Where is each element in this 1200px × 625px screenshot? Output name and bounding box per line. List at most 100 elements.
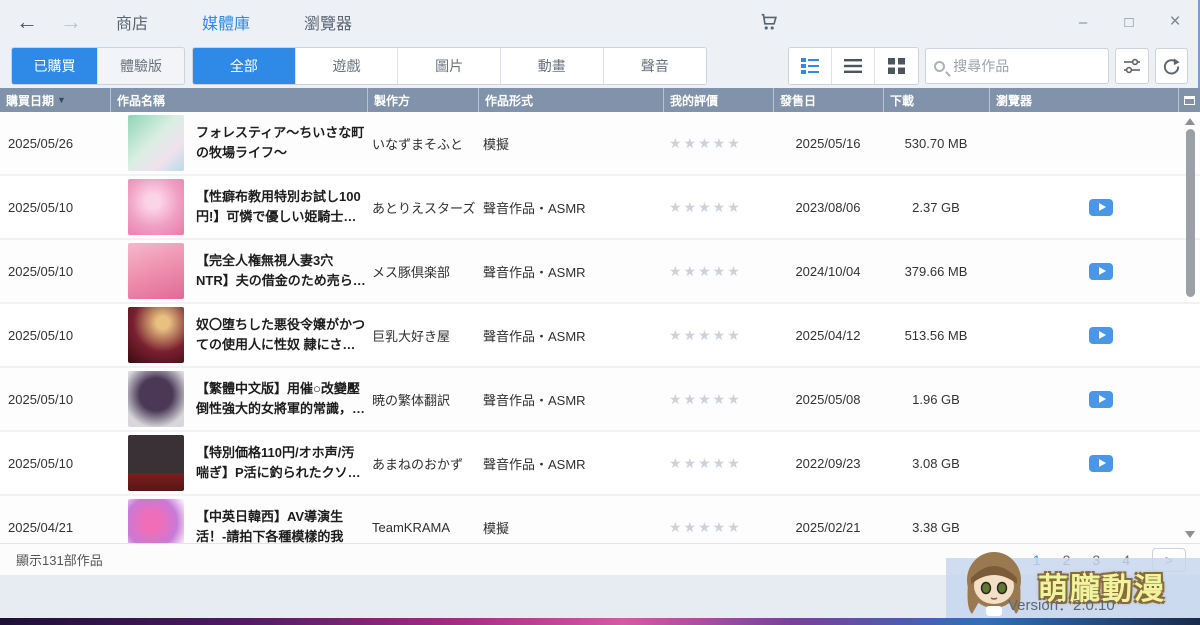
play-button[interactable] bbox=[1089, 390, 1113, 408]
tab-trial[interactable]: 體驗版 bbox=[98, 48, 185, 84]
table-row[interactable]: 2025/04/21 【中英日韓西】AV導演生活！-請拍下各種模樣的我 Team… bbox=[0, 496, 1200, 543]
work-maker: 暁の繁体翻訳 bbox=[372, 392, 451, 408]
rating-stars[interactable]: ★★★★★ bbox=[663, 327, 773, 344]
rating-stars[interactable]: ★★★★★ bbox=[663, 519, 773, 536]
play-icon bbox=[1098, 331, 1106, 339]
release-date: 2025/05/16 bbox=[795, 135, 861, 151]
work-thumbnail[interactable] bbox=[128, 243, 184, 299]
vertical-scrollbar[interactable] bbox=[1184, 114, 1196, 538]
release-date: 2022/09/23 bbox=[795, 455, 861, 471]
minimize-icon[interactable]: – bbox=[1060, 14, 1106, 31]
table-header: 購買日期 ▼ 作品名稱 製作方 作品形式 我的評價 發售日 下載 瀏覽器 bbox=[0, 88, 1200, 112]
table-row[interactable]: 2025/05/10 【性癖布教用特別お試し100円!】可憐で優しい姫騎士に常識… bbox=[0, 176, 1200, 240]
rating-stars[interactable]: ★★★★★ bbox=[663, 455, 773, 472]
work-thumbnail[interactable] bbox=[128, 499, 184, 543]
work-format: 聲音作品・ASMR bbox=[483, 264, 586, 280]
col-maker[interactable]: 製作方 bbox=[367, 88, 478, 112]
watermark-overlay: 萌朧動漫 Version：2.0.10 bbox=[946, 552, 1200, 618]
download-size: 379.66 MB bbox=[904, 263, 968, 279]
rating-stars[interactable]: ★★★★★ bbox=[663, 135, 773, 152]
work-maker: いなずまそふと bbox=[372, 136, 464, 152]
work-format: 模擬 bbox=[483, 136, 510, 152]
scrollbar-thumb[interactable] bbox=[1185, 129, 1195, 297]
nav-tab-browser[interactable]: 瀏覽器 bbox=[304, 10, 352, 34]
play-button[interactable] bbox=[1089, 326, 1113, 344]
bottom-gradient-bar bbox=[0, 618, 1200, 625]
view-list-icon[interactable] bbox=[832, 48, 876, 84]
release-date: 2023/08/06 bbox=[795, 199, 861, 215]
work-maker: TeamKRAMA bbox=[372, 519, 451, 535]
work-title[interactable]: 【中英日韓西】AV導演生活！-請拍下各種模樣的我 bbox=[196, 507, 366, 543]
col-rating[interactable]: 我的評價 bbox=[663, 88, 773, 112]
rating-stars[interactable]: ★★★★★ bbox=[663, 263, 773, 280]
work-title[interactable]: 奴〇堕ちした悪役令嬢がかつての使用人に性奴 隷にされ幸せになるまで【… bbox=[196, 315, 366, 355]
version-label: Version：2.0.10 bbox=[1008, 597, 1115, 614]
col-release-date[interactable]: 發售日 bbox=[773, 88, 883, 112]
work-title[interactable]: 【特別価格110円/オホ声/汚喘ぎ】P活に釣られたクソ生意気なメスガキ… bbox=[196, 443, 366, 483]
download-size: 1.96 GB bbox=[912, 391, 960, 407]
search-box bbox=[925, 48, 1110, 84]
scroll-down-icon[interactable] bbox=[1185, 531, 1195, 538]
tab-animation[interactable]: 動畫 bbox=[500, 48, 604, 84]
work-maker: あまねのおかず bbox=[372, 456, 464, 472]
work-thumbnail[interactable] bbox=[128, 435, 184, 491]
rating-stars[interactable]: ★★★★★ bbox=[663, 199, 773, 216]
table-row[interactable]: 2025/05/10 【完全人権無視人妻3穴NTR】夫の借金のため売られ全ての穴… bbox=[0, 240, 1200, 304]
search-icon bbox=[934, 60, 946, 72]
tab-images[interactable]: 圖片 bbox=[398, 48, 501, 84]
table-row[interactable]: 2025/05/10 奴〇堕ちした悪役令嬢がかつての使用人に性奴 隷にされ幸せに… bbox=[0, 304, 1200, 368]
tab-audio[interactable]: 聲音 bbox=[603, 48, 707, 84]
tab-all[interactable]: 全部 bbox=[193, 48, 296, 84]
work-title[interactable]: 【性癖布教用特別お試し100円!】可憐で優しい姫騎士に常識改変催眠アイ… bbox=[196, 187, 366, 227]
work-format: 聲音作品・ASMR bbox=[483, 456, 586, 472]
col-purchase-date[interactable]: 購買日期 ▼ bbox=[0, 88, 110, 112]
nav-tab-library[interactable]: 媒體庫 bbox=[202, 10, 250, 34]
play-button[interactable] bbox=[1089, 262, 1113, 280]
scroll-up-icon[interactable] bbox=[1185, 118, 1195, 125]
work-title[interactable]: フォレスティア～ちいさな町の牧場ライフ～ bbox=[196, 123, 366, 163]
work-maker: メス豚倶楽部 bbox=[372, 264, 451, 280]
col-format[interactable]: 作品形式 bbox=[478, 88, 663, 112]
table-row[interactable]: 2025/05/26 フォレスティア～ちいさな町の牧場ライフ～ いなずまそふと … bbox=[0, 112, 1200, 176]
cart-icon[interactable] bbox=[758, 11, 780, 33]
purchase-date: 2025/04/21 bbox=[8, 519, 74, 535]
refresh-icon[interactable] bbox=[1154, 48, 1188, 84]
view-detail-list-icon[interactable] bbox=[789, 48, 833, 84]
nav-tab-store[interactable]: 商店 bbox=[116, 10, 148, 34]
play-button[interactable] bbox=[1089, 454, 1113, 472]
work-thumbnail[interactable] bbox=[128, 371, 184, 427]
filterbar: 已購買 體驗版 全部 遊戲 圖片 動畫 聲音 bbox=[0, 44, 1198, 88]
work-maker: 巨乳大好き屋 bbox=[372, 328, 451, 344]
rating-stars[interactable]: ★★★★★ bbox=[663, 391, 773, 408]
view-grid-icon[interactable] bbox=[875, 48, 919, 84]
purchase-date: 2025/05/10 bbox=[8, 391, 74, 407]
view-mode-toggle bbox=[788, 47, 920, 85]
purchase-date: 2025/05/10 bbox=[8, 263, 74, 279]
work-title[interactable]: 【完全人権無視人妻3穴NTR】夫の借金のため売られ全ての穴を攻略され… bbox=[196, 251, 366, 291]
work-thumbnail[interactable] bbox=[128, 115, 184, 171]
table-row[interactable]: 2025/05/10 【繁體中文版】用催○改變壓倒性強大的女將軍的常識，維持她那… bbox=[0, 368, 1200, 432]
purchase-date: 2025/05/10 bbox=[8, 199, 74, 215]
col-title[interactable]: 作品名稱 bbox=[110, 88, 367, 112]
col-browser[interactable]: 瀏覽器 bbox=[989, 88, 1178, 112]
col-download[interactable]: 下載 bbox=[883, 88, 989, 112]
play-icon bbox=[1098, 395, 1106, 403]
release-date: 2024/10/04 bbox=[795, 263, 861, 279]
tab-games[interactable]: 遊戲 bbox=[295, 48, 399, 84]
filter-sliders-icon[interactable] bbox=[1115, 48, 1149, 84]
work-thumbnail[interactable] bbox=[128, 179, 184, 235]
forward-icon[interactable]: → bbox=[60, 11, 82, 33]
play-button[interactable] bbox=[1089, 198, 1113, 216]
column-config-icon[interactable] bbox=[1178, 88, 1200, 112]
close-icon[interactable]: × bbox=[1152, 11, 1198, 33]
works-table: 2025/05/26 フォレスティア～ちいさな町の牧場ライフ～ いなずまそふと … bbox=[0, 112, 1200, 543]
maximize-icon[interactable]: □ bbox=[1106, 14, 1152, 31]
play-icon bbox=[1098, 203, 1106, 211]
download-size: 2.37 GB bbox=[912, 199, 960, 215]
back-icon[interactable]: ← bbox=[16, 11, 38, 33]
tab-purchased[interactable]: 已購買 bbox=[12, 48, 99, 84]
table-row[interactable]: 2025/05/10 【特別価格110円/オホ声/汚喘ぎ】P活に釣られたクソ生意… bbox=[0, 432, 1200, 496]
search-input[interactable] bbox=[953, 58, 1094, 74]
work-thumbnail[interactable] bbox=[128, 307, 184, 363]
work-title[interactable]: 【繁體中文版】用催○改變壓倒性強大的女將軍的常識，維持她那性格再以… bbox=[196, 379, 366, 419]
